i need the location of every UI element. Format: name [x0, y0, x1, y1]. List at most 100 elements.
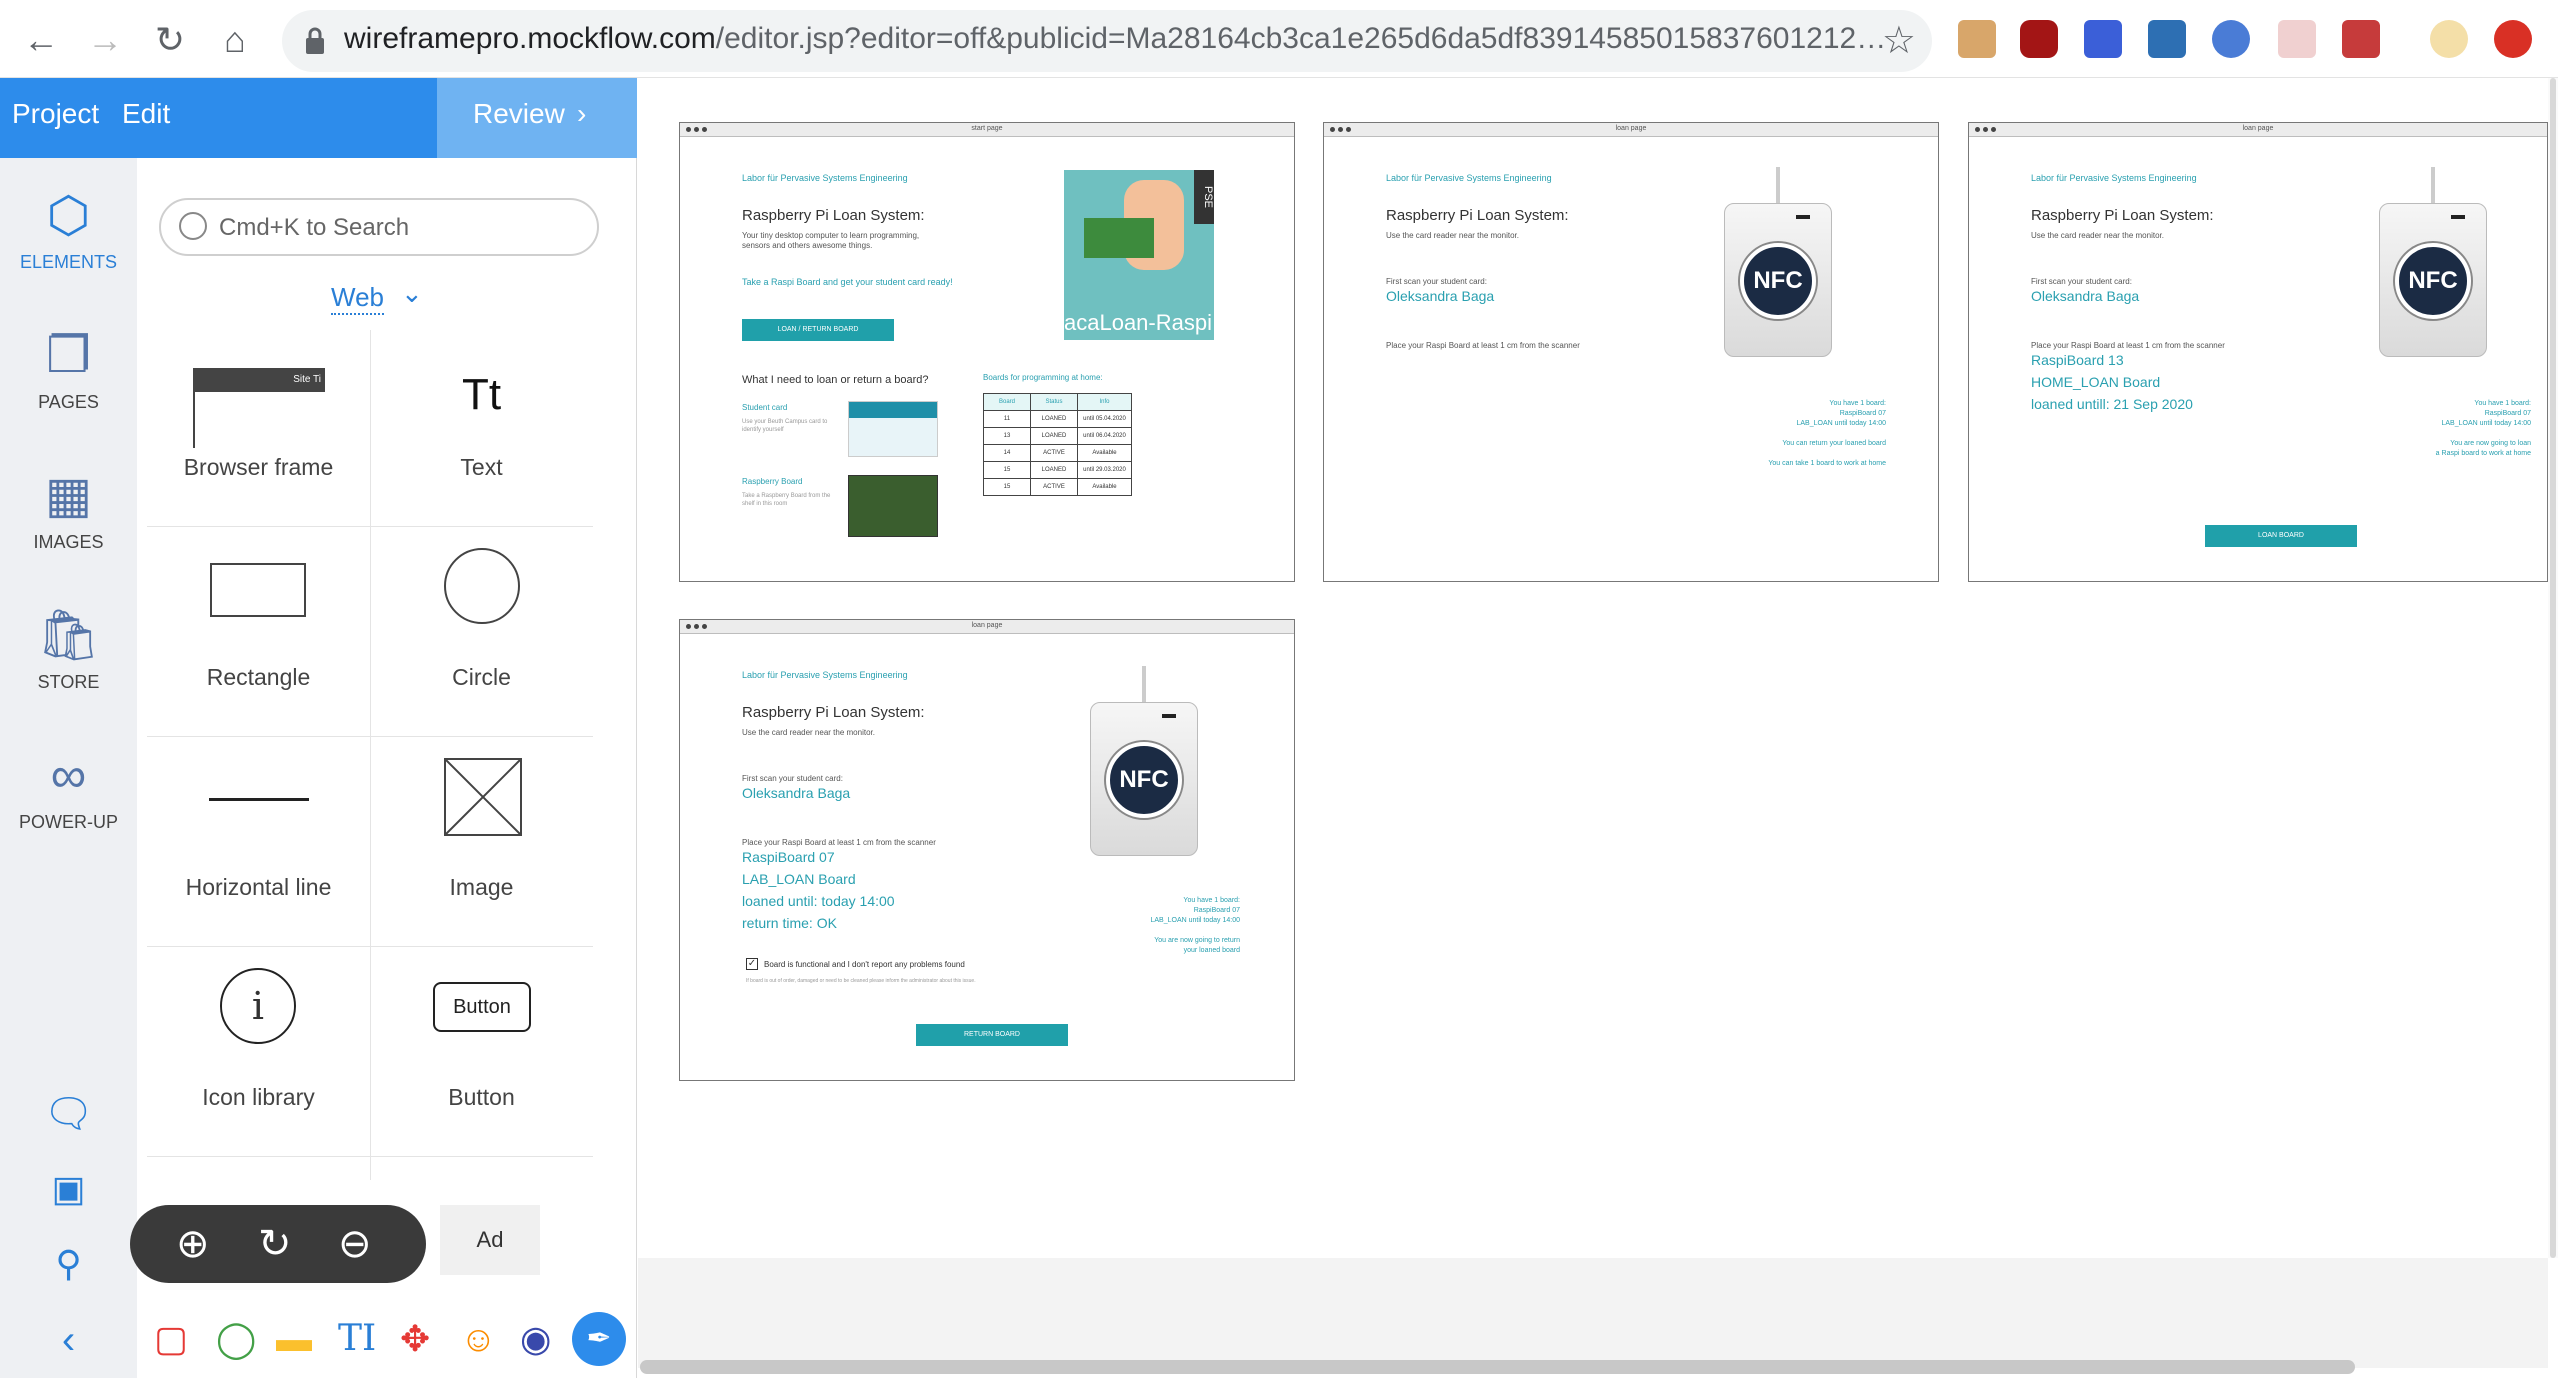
element-label: Image: [449, 874, 514, 900]
question: What I need to loan or return a board?: [742, 374, 929, 386]
element-label: Circle: [452, 664, 511, 690]
collapse-icon[interactable]: ‹: [0, 1318, 137, 1363]
forward-icon[interactable]: →: [80, 18, 130, 62]
student-name: Oleksandra Baga: [742, 785, 851, 801]
line-thumb: [209, 798, 309, 801]
student-name: Oleksandra Baga: [2031, 288, 2140, 304]
frame-title: start page: [971, 125, 1003, 132]
wireframe-loan-page[interactable]: loan page Labor für Pervasive Systems En…: [1323, 122, 1939, 582]
home-icon[interactable]: ⌂: [210, 18, 260, 62]
chevron-right-icon: ›: [577, 98, 587, 129]
element-image[interactable]: Image: [370, 738, 593, 947]
element-icon-library[interactable]: i Icon library: [147, 948, 370, 1157]
table-row: 15 ACTIVE Available: [983, 478, 1132, 496]
chevron-down-icon[interactable]: ⌄: [401, 278, 423, 309]
place-instruction: Place your Raspi Board at least 1 cm fro…: [1386, 341, 1580, 350]
element-circle[interactable]: Circle: [370, 528, 593, 737]
bag-icon: 🛍: [36, 607, 101, 663]
element-browser-frame[interactable]: Site Ti Browser frame: [147, 318, 370, 527]
card-label: Student card: [742, 403, 788, 412]
app-menubar: Project Edit: [0, 78, 437, 158]
move-tool-icon[interactable]: ✥: [400, 1318, 430, 1360]
student-card-image: [848, 401, 938, 457]
loan-board-button[interactable]: LOAN BOARD: [2205, 525, 2357, 547]
text-tool-icon[interactable]: TI: [338, 1318, 376, 1359]
extension-icon[interactable]: [1958, 20, 1996, 58]
checkbox-label: Board is functional and I don't report a…: [764, 960, 965, 969]
student-name: Oleksandra Baga: [1386, 288, 1495, 304]
wireframe-loan-page-home[interactable]: loan page Labor für Pervasive Systems En…: [1968, 122, 2548, 582]
video-icon[interactable]: ▣: [0, 1168, 137, 1210]
loan-return-button[interactable]: LOAN / RETURN BOARD: [742, 319, 894, 341]
menu-edit[interactable]: Edit: [122, 98, 170, 130]
zoom-in-icon[interactable]: ⊕: [176, 1221, 210, 1267]
rail-elements[interactable]: ⬡ ELEMENTS: [0, 188, 137, 273]
wireframe-start-page[interactable]: start page Labor für Pervasive Systems E…: [679, 122, 1295, 582]
lab-title: Labor für Pervasive Systems Engineering: [1386, 173, 1552, 183]
rail-power-up[interactable]: ∞ POWER-UP: [0, 748, 137, 833]
cta-text: Take a Raspi Board and get your student …: [742, 277, 953, 287]
book-icon[interactable]: [2342, 20, 2380, 58]
browser-frame-thumb: Site Ti: [193, 368, 325, 392]
element-button[interactable]: Button Button: [370, 948, 593, 1157]
ublock-icon[interactable]: [2020, 20, 2058, 58]
rail-pages[interactable]: ❐ PAGES: [0, 328, 137, 413]
address-bar[interactable]: wireframepro.mockflow.com/editor.jsp?edi…: [282, 10, 1932, 72]
table-title: Boards for programming at home:: [983, 373, 1103, 382]
element-rectangle[interactable]: Rectangle: [147, 528, 370, 737]
element-label: Browser frame: [183, 454, 334, 480]
reload-icon[interactable]: ↻: [145, 18, 195, 62]
target-tool-icon[interactable]: ◉: [520, 1318, 551, 1360]
rail-store[interactable]: 🛍 STORE: [0, 608, 137, 693]
pdf-icon[interactable]: [2278, 20, 2316, 58]
functional-checkbox[interactable]: ✓: [746, 958, 758, 970]
review-label: Review: [473, 98, 565, 129]
element-label: Horizontal line: [185, 874, 332, 900]
star-icon[interactable]: ☆: [1882, 18, 1916, 63]
update-icon[interactable]: [2494, 20, 2532, 58]
rail-label: ELEMENTS: [19, 252, 118, 272]
rail-label: POWER-UP: [19, 812, 118, 832]
search-input[interactable]: Cmd+K to Search: [159, 198, 599, 256]
nfc-reader-image: NFC: [2379, 167, 2487, 357]
back-icon[interactable]: ←: [16, 18, 66, 62]
zoom-out-icon[interactable]: ⊖: [338, 1221, 372, 1267]
canvas-footer: [638, 1258, 2548, 1368]
return-board-button[interactable]: RETURN BOARD: [916, 1024, 1068, 1046]
category-select[interactable]: Web: [331, 282, 384, 315]
heading: Raspberry Pi Loan System:: [1386, 207, 1569, 224]
description: Your tiny desktop computer to learn prog…: [742, 231, 920, 250]
review-button[interactable]: Review ›: [437, 78, 637, 158]
nfc-reader-image: NFC: [1090, 666, 1198, 856]
wireframe-return-page[interactable]: loan page Labor für Pervasive Systems En…: [679, 619, 1295, 1081]
circle-tool-icon[interactable]: ◯: [216, 1318, 256, 1360]
download-icon[interactable]: [2148, 20, 2186, 58]
extension-icon[interactable]: [2084, 20, 2122, 58]
extension-icon[interactable]: [2212, 20, 2250, 58]
text-thumb: Tt: [461, 370, 502, 419]
brush-tool-icon[interactable]: ✒: [572, 1312, 626, 1366]
emoji-tool-icon[interactable]: ☺: [460, 1318, 497, 1360]
rotate-icon[interactable]: ↻: [258, 1221, 292, 1267]
menu-project[interactable]: Project: [12, 98, 99, 130]
comment-icon[interactable]: 🗨: [0, 1090, 137, 1137]
ad-slot: Ad: [440, 1205, 540, 1275]
logo-text: acaLoan-Raspi: [1064, 310, 1212, 335]
element-label: Icon library: [202, 1084, 315, 1110]
board-info: RaspiBoard 07 LAB_LOAN Board loaned until:…: [742, 849, 895, 931]
vertical-scrollbar[interactable]: [2548, 78, 2558, 1258]
avatar[interactable]: [2430, 20, 2468, 58]
element-horizontal-line[interactable]: Horizontal line: [147, 738, 370, 947]
logo-side-label: PSE: [1194, 170, 1214, 224]
zoom-search-icon[interactable]: ⚲: [0, 1243, 137, 1285]
rail-label: PAGES: [38, 392, 99, 412]
horizontal-scrollbar[interactable]: [640, 1360, 2355, 1374]
image-thumb: [444, 758, 522, 836]
search-placeholder: Cmd+K to Search: [219, 214, 410, 241]
rectangle-tool-icon[interactable]: ▢: [154, 1318, 188, 1360]
element-text[interactable]: Tt Text: [370, 318, 593, 527]
table-row: 11 LOANED until 05.04.2020: [983, 410, 1132, 428]
heading: Raspberry Pi Loan System:: [742, 207, 925, 224]
line-tool-icon[interactable]: ▬: [276, 1318, 312, 1360]
rail-images[interactable]: ▦ IMAGES: [0, 468, 137, 553]
